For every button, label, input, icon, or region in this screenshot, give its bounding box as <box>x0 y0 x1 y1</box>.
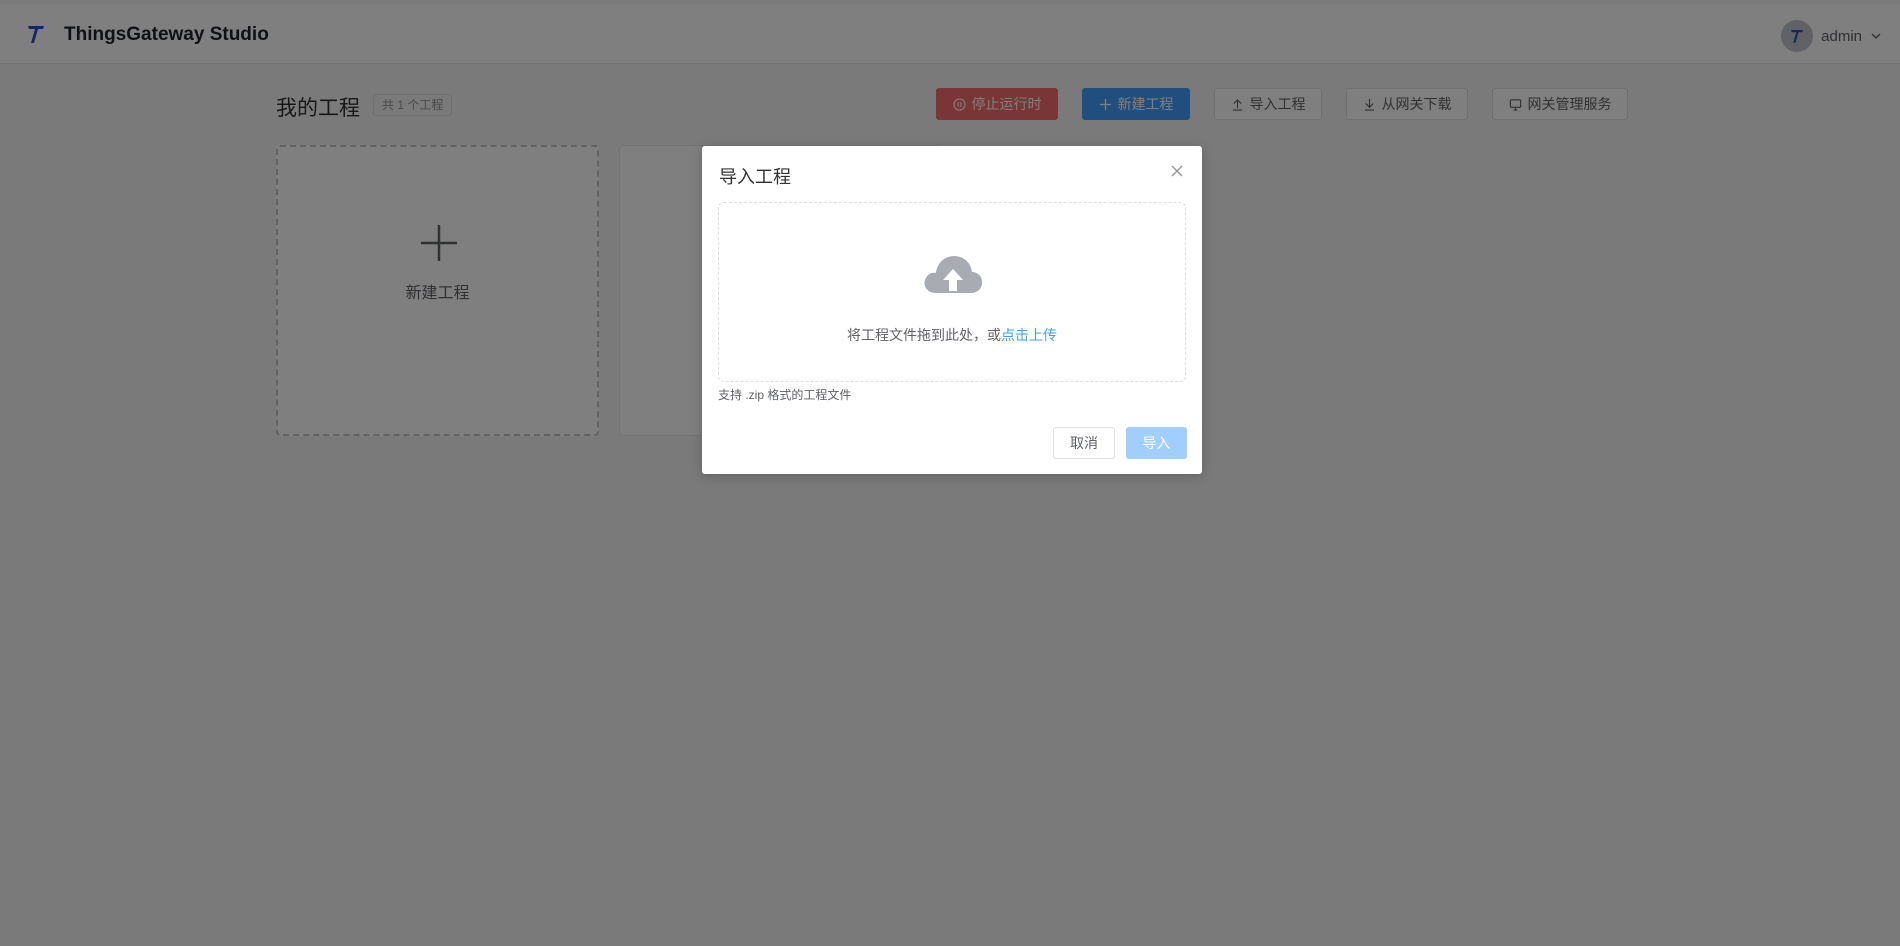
dropzone-instruction: 将工程文件拖到此处，或 <box>847 327 1001 343</box>
dropzone-text: 将工程文件拖到此处，或点击上传 <box>719 325 1185 345</box>
upload-hint: 支持 .zip 格式的工程文件 <box>718 388 852 402</box>
close-icon[interactable] <box>1170 164 1184 178</box>
cancel-button[interactable]: 取消 <box>1053 427 1115 459</box>
import-button[interactable]: 导入 <box>1126 427 1187 459</box>
import-project-dialog: 导入工程 将工程文件拖到此处，或点击上传 支持 .zip 格式的工程文件 取消 … <box>702 146 1202 474</box>
dialog-title: 导入工程 <box>719 167 791 187</box>
upload-dropzone[interactable]: 将工程文件拖到此处，或点击上传 <box>718 202 1186 382</box>
click-upload-link[interactable]: 点击上传 <box>1001 327 1057 343</box>
cloud-upload-icon <box>924 256 983 293</box>
